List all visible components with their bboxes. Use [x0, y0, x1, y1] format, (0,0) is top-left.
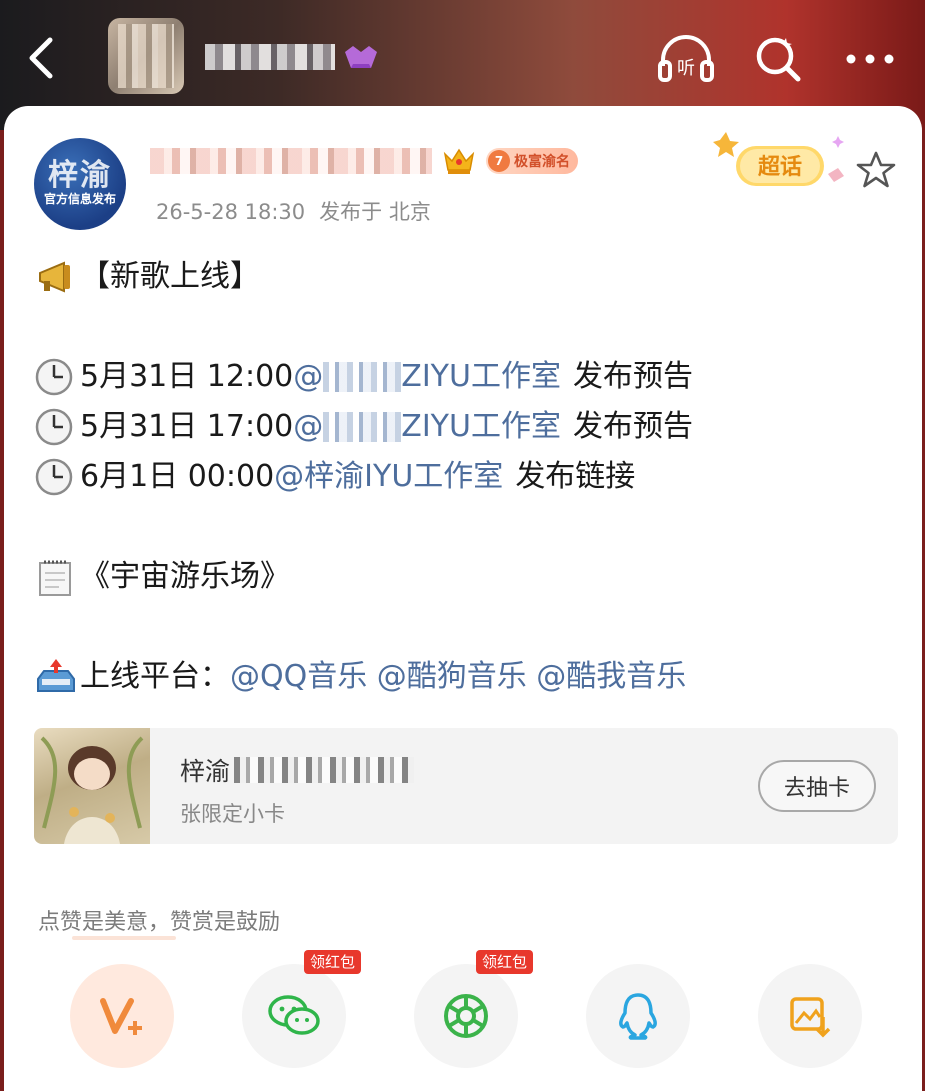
blurred-title — [234, 757, 415, 783]
avatar-caption: 官方信息发布 — [43, 192, 116, 206]
star-icon — [856, 151, 896, 188]
save-image-icon — [790, 997, 831, 1038]
song-title: 《宇宙游乐场》 — [80, 559, 290, 594]
moments-icon — [444, 994, 488, 1038]
blurred-username — [205, 44, 335, 70]
content-line: 【新歌上线】 — [34, 252, 894, 302]
post-timestamp: 26-5-28 18:30 — [156, 200, 306, 224]
clock-icon — [35, 408, 73, 446]
mention-link[interactable]: @ — [293, 352, 323, 402]
schedule-action: 发布预告 — [572, 409, 693, 444]
back-arrow-icon — [29, 37, 53, 79]
supertopic-badge[interactable]: 超话 — [710, 126, 850, 196]
platform-mentions[interactable]: @QQ音乐 @酷狗音乐 @酷我音乐 — [230, 652, 686, 702]
more-dots-icon — [846, 54, 894, 64]
clock-icon — [35, 358, 73, 396]
reward-v-plus-icon — [100, 998, 142, 1035]
share-qq-button[interactable] — [586, 964, 690, 1068]
share-wechat-button[interactable]: 领红包 — [242, 950, 362, 1068]
content-line: 5月31日 17:00 @ ZIYU工作室 发布预告 — [34, 402, 894, 452]
post-meta: 26-5-28 18:30 发布于 北京 — [156, 196, 445, 226]
mention-link[interactable]: IYU工作室 — [364, 452, 503, 502]
card-draw-banner[interactable]: 梓渝 张限定小卡 去抽卡 — [34, 728, 898, 844]
schedule-time: 6月1日 00:00 — [80, 459, 275, 494]
red-packet-tag: 领红包 — [304, 950, 362, 974]
mention-link[interactable]: ZIYU工作室 — [401, 352, 561, 402]
schedule-action: 发布预告 — [572, 359, 693, 394]
card-draw-title-text: 梓渝 — [180, 757, 231, 786]
mention-link[interactable]: @ — [293, 402, 323, 452]
platform-label: 上线平台： — [80, 659, 230, 694]
back-button[interactable] — [22, 34, 62, 82]
user-avatar[interactable] — [108, 18, 184, 94]
mention-link[interactable]: @梓渝 — [274, 452, 364, 502]
megaphone-icon — [39, 261, 70, 293]
blurred-mention — [323, 362, 402, 392]
card-draw-title: 梓渝 — [180, 752, 415, 788]
schedule-action: 发布链接 — [515, 459, 636, 494]
svg-text:听: 听 — [677, 58, 695, 79]
content-line: 5月31日 12:00 @ ZIYU工作室 发布预告 — [34, 352, 894, 402]
inbox-tray-icon — [37, 659, 75, 692]
tip-reward-button[interactable] — [70, 964, 174, 1068]
author-avatar[interactable]: 梓渝 官方信息发布 — [34, 138, 126, 230]
content-line: 《宇宙游乐场》 — [34, 552, 894, 602]
fan-level-badge[interactable]: 7 极富渝名 — [486, 148, 578, 174]
fan-level-number: 7 — [488, 150, 510, 172]
user-name[interactable] — [205, 40, 381, 74]
post-content: 【新歌上线】 5月31日 12:00 @ ZIYU工作室 发布预告 5月31日 … — [34, 252, 894, 702]
post-card: 梓渝 官方信息发布 7 极富渝名 26-5-28 18:30 发布于 北京 超话 — [4, 106, 922, 1091]
announcement-title: 【新歌上线】 — [80, 259, 260, 294]
qq-penguin-icon — [619, 993, 657, 1040]
tip-pointer — [72, 936, 176, 940]
card-draw-subtitle: 张限定小卡 — [180, 802, 285, 826]
card-thumbnail — [34, 728, 150, 844]
schedule-time: 5月31日 17:00 — [80, 409, 294, 444]
crown-badge-icon — [443, 148, 475, 174]
more-button[interactable] — [841, 30, 899, 88]
listen-button[interactable]: 听 — [657, 30, 715, 88]
author-name-blurred[interactable] — [150, 148, 432, 174]
supertopic-icon: 超话 — [713, 132, 844, 186]
svg-text:超话: 超话 — [758, 155, 802, 180]
vip-gem-icon — [345, 46, 377, 68]
save-image-button[interactable] — [758, 964, 862, 1068]
headphones-icon: 听 — [658, 35, 714, 82]
search-button[interactable] — [749, 30, 807, 88]
content-line: 6月1日 00:00 @梓渝 IYU工作室 发布链接 — [34, 452, 894, 502]
blurred-mention — [323, 412, 402, 442]
wechat-icon — [268, 995, 320, 1035]
mention-link[interactable]: ZIYU工作室 — [401, 402, 561, 452]
search-icon — [756, 37, 801, 82]
avatar-logo-text: 梓渝 — [48, 158, 112, 193]
notepad-icon — [39, 560, 71, 596]
draw-card-button[interactable]: 去抽卡 — [758, 760, 876, 812]
share-actions: 领红包 领红包 — [68, 950, 868, 1074]
share-moments-button[interactable]: 领红包 — [414, 950, 534, 1068]
favorite-button[interactable] — [856, 150, 896, 190]
reward-tip: 点赞是美意，赞赏是鼓励 — [38, 910, 281, 935]
content-line: 上线平台： @QQ音乐 @酷狗音乐 @酷我音乐 — [34, 652, 894, 702]
clock-icon — [35, 458, 73, 496]
fan-level-label: 极富渝名 — [514, 154, 570, 170]
red-packet-tag: 领红包 — [476, 950, 534, 974]
schedule-time: 5月31日 12:00 — [80, 359, 294, 394]
post-location: 发布于 北京 — [319, 200, 431, 224]
